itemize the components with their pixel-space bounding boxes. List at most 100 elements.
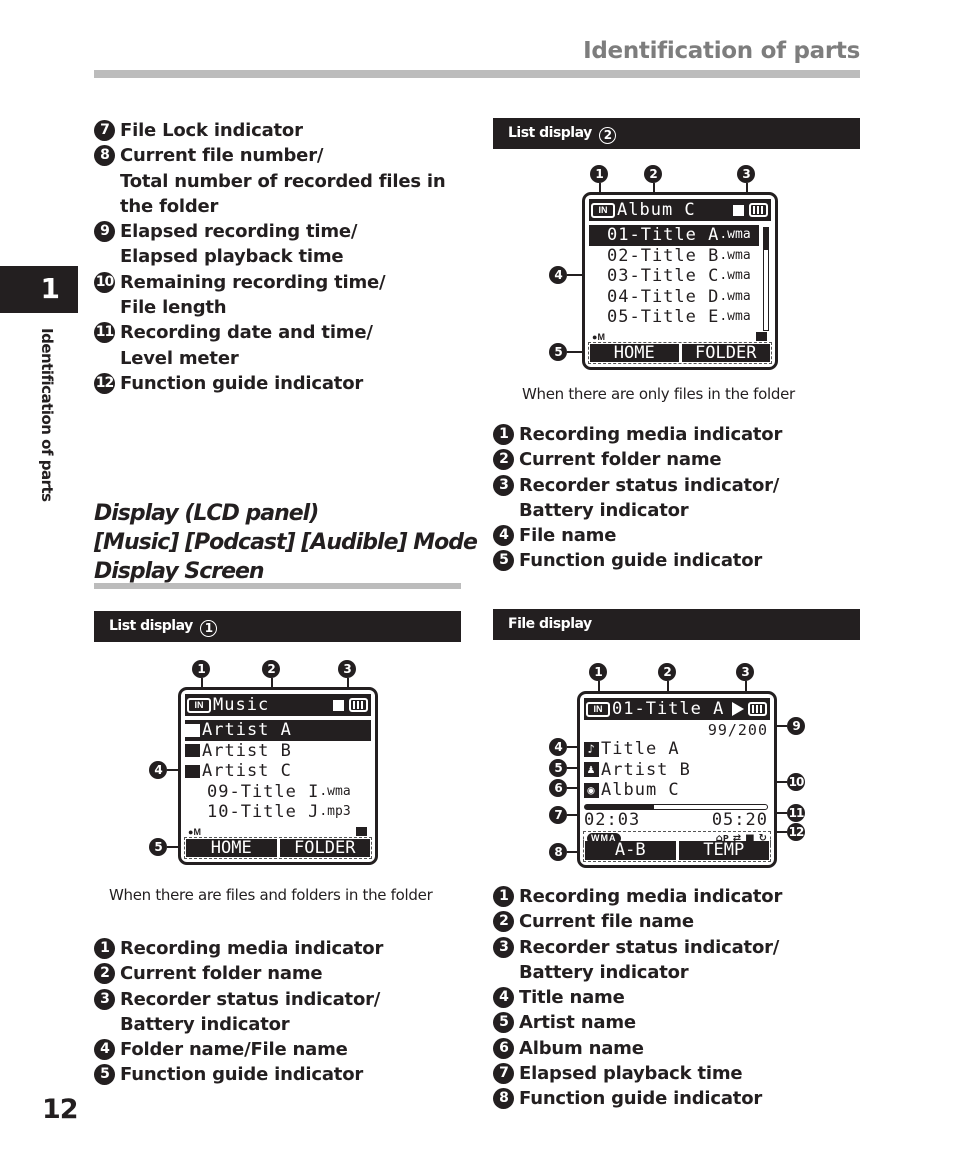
- item-name: Artist C: [202, 761, 292, 781]
- callout-8: 8: [549, 843, 567, 861]
- legend-text: Recorder status indicator/ Battery indic…: [519, 474, 780, 521]
- file-list-item[interactable]: 02-Title B .wma: [589, 246, 759, 267]
- callout-5: 5: [549, 759, 567, 777]
- legend-item: 3 Recorder status indicator/ Battery indi…: [493, 935, 863, 986]
- legend-item: 5 Function guide indicator: [94, 1062, 464, 1087]
- file-list-item[interactable]: 10-Title J .mp3: [185, 802, 371, 823]
- item-name: 04-Title D: [607, 286, 720, 307]
- guide-temp-button[interactable]: TEMP: [678, 841, 769, 860]
- callout-2: 2: [658, 663, 676, 681]
- legend-item: 8 Function guide indicator: [493, 1086, 863, 1111]
- number-badge: 7: [493, 1063, 514, 1085]
- section-heading-line: Display Screen: [94, 559, 265, 584]
- file-extension: .mp3: [319, 804, 351, 819]
- legend-text: Folder name/File name: [120, 1039, 348, 1061]
- artist-icon: ♟: [584, 762, 599, 778]
- section-heading-line: Display (LCD panel): [94, 501, 319, 526]
- number-badge: 11: [94, 322, 115, 344]
- number-badge: 6: [493, 1037, 514, 1059]
- callout-7: 7: [549, 806, 567, 824]
- legend-item: 5 Artist name: [493, 1010, 863, 1035]
- number-badge: 2: [493, 911, 514, 933]
- lcd-screen: IN Album C 01-Title A .wma 02-Title B .wma 0…: [582, 192, 778, 370]
- callout-10: 10: [787, 773, 805, 791]
- legend-item: 1 Recording media indicator: [493, 884, 863, 909]
- number-badge: 8: [493, 1088, 514, 1110]
- internal-memory-icon: IN: [591, 202, 615, 218]
- folder-icon: [356, 827, 367, 836]
- number-badge: 3: [493, 936, 514, 958]
- number-badge: 5: [493, 550, 514, 572]
- file-list-item[interactable]: 01-Title A .wma: [589, 225, 759, 246]
- file-list-item[interactable]: 05-Title E .wma: [589, 307, 759, 328]
- list-scrollbar[interactable]: [763, 227, 769, 331]
- legend-text: File Lock indicator: [120, 120, 303, 141]
- legend-text: Title name: [519, 987, 625, 1009]
- current-folder-name: Music: [213, 695, 270, 715]
- file-list-item[interactable]: 04-Title D .wma: [589, 287, 759, 308]
- item-name: Artist A: [202, 720, 292, 740]
- callout-2: 2: [262, 660, 280, 678]
- number-badge: 4: [493, 525, 514, 547]
- file-display-figure: 1 2 3 4 5 6 7 8 9 10 11 12 IN 01-Title A…: [540, 655, 820, 870]
- scrollbar-thumb[interactable]: [764, 228, 768, 251]
- guide-folder-button[interactable]: FOLDER: [279, 839, 370, 858]
- callout-3: 3: [737, 165, 755, 183]
- folder-list-item[interactable]: Artist A: [185, 720, 371, 741]
- function-guide: HOME FOLDER: [588, 342, 772, 364]
- item-name: 02-Title B: [607, 245, 720, 266]
- folder-file-list: Artist A Artist B Artist C 09-Title I .wma 10…: [185, 720, 371, 823]
- lcd-screen: IN Music Artist A Artist B Artist C 09-Titl…: [178, 687, 378, 865]
- lcd-status-bar: IN Music: [185, 694, 371, 716]
- heading-label: List display: [508, 125, 592, 141]
- title-name: Title A: [601, 739, 680, 760]
- file-list-item[interactable]: 03-Title C .wma: [589, 266, 759, 287]
- legend-text: Recorder status indicator/ Battery indic…: [120, 988, 381, 1035]
- legend-item: 3 Recorder status indicator/ Battery indi…: [94, 987, 464, 1038]
- file-extension: .wma: [319, 783, 351, 799]
- lcd-status-bar: IN Album C: [589, 199, 771, 221]
- folder-list-item[interactable]: Artist C: [185, 761, 371, 782]
- chapter-tab: 1: [0, 266, 78, 313]
- album-name: Album C: [601, 780, 680, 801]
- callout-12: 12: [787, 823, 805, 841]
- guide-home-button[interactable]: HOME: [186, 839, 277, 858]
- guide-home-button[interactable]: HOME: [590, 344, 679, 363]
- stop-status-icon: [733, 204, 744, 216]
- album-row: ◉ Album C: [584, 780, 691, 801]
- function-guide: A-B TEMP: [583, 840, 771, 862]
- legend-item: 5 Function guide indicator: [493, 548, 863, 573]
- callout-4: 4: [549, 738, 567, 756]
- guide-folder-button[interactable]: FOLDER: [681, 344, 770, 363]
- legend-text: Function guide indicator: [120, 372, 364, 394]
- callout-6: 6: [549, 779, 567, 797]
- legend-item: 1 Recording media indicator: [493, 422, 863, 447]
- legend-item: 4 Folder name/File name: [94, 1037, 464, 1062]
- album-disc-icon: ◉: [584, 782, 599, 798]
- legend-text: File name: [519, 525, 617, 547]
- legend-item: 2 Current file name: [493, 909, 863, 934]
- number-badge: 9: [94, 221, 115, 243]
- chapter-number: 1: [40, 272, 60, 305]
- mic-sensitivity-icon: ●M: [592, 332, 605, 342]
- item-name: 01-Title A: [607, 225, 720, 245]
- section-heading: Display (LCD panel) [Music] [Podcast] [A…: [94, 499, 478, 586]
- legend-text: Current folder name: [519, 449, 722, 471]
- list-display-2-caption: When there are only files in the folder: [522, 385, 795, 403]
- number-badge: 5: [493, 1012, 514, 1034]
- folder-list-item[interactable]: Artist B: [185, 741, 371, 762]
- file-length: 05:20: [711, 810, 768, 830]
- item-name: 09-Title I: [207, 781, 320, 802]
- legend-item: 2 Current folder name: [493, 447, 863, 472]
- legend-text: Recording media indicator: [519, 424, 783, 445]
- file-display-heading: File display: [493, 609, 860, 640]
- number-badge: 1: [94, 938, 115, 959]
- internal-memory-icon: IN: [586, 701, 610, 717]
- side-section-label: Identification of parts: [38, 328, 56, 502]
- folder-icon: [185, 764, 200, 778]
- legend-text: Current file number/ Total number of rec…: [120, 145, 446, 217]
- item-name: Artist B: [202, 740, 292, 761]
- file-list-item[interactable]: 09-Title I .wma: [185, 782, 371, 803]
- guide-ab-button[interactable]: A-B: [585, 841, 676, 860]
- file-extension: .wma: [719, 288, 751, 304]
